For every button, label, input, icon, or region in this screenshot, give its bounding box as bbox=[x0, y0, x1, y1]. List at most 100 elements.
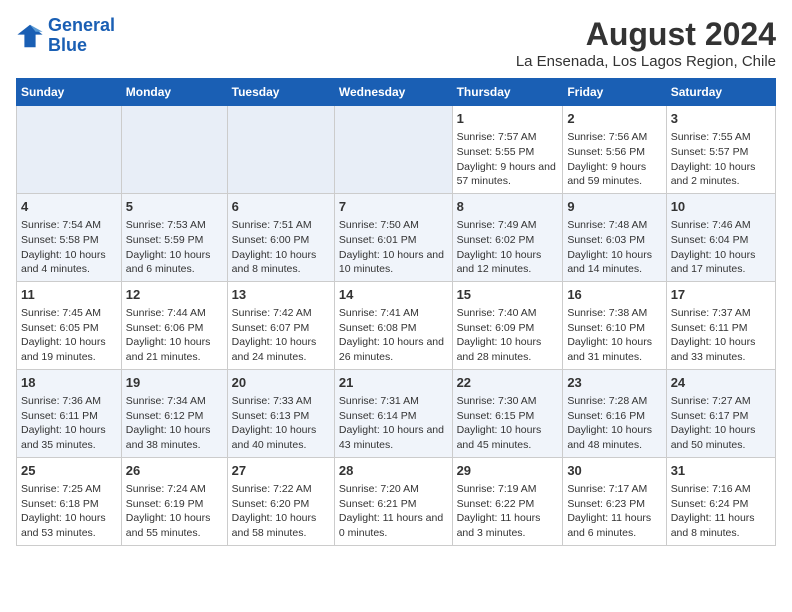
day-number: 8 bbox=[457, 198, 559, 216]
day-number: 20 bbox=[232, 374, 330, 392]
day-number: 9 bbox=[567, 198, 661, 216]
day-info: Sunrise: 7:20 AM Sunset: 6:21 PM Dayligh… bbox=[339, 482, 448, 541]
day-number: 6 bbox=[232, 198, 330, 216]
day-number: 3 bbox=[671, 110, 771, 128]
calendar-cell: 15 Sunrise: 7:40 AM Sunset: 6:09 PM Dayli… bbox=[452, 281, 563, 369]
day-number: 11 bbox=[21, 286, 117, 304]
calendar-cell bbox=[227, 106, 334, 194]
day-number: 23 bbox=[567, 374, 661, 392]
day-info: Sunrise: 7:50 AM Sunset: 6:01 PM Dayligh… bbox=[339, 218, 448, 277]
day-number: 13 bbox=[232, 286, 330, 304]
day-number: 2 bbox=[567, 110, 661, 128]
day-info: Sunrise: 7:53 AM Sunset: 5:59 PM Dayligh… bbox=[126, 218, 223, 277]
calendar-week-row: 4 Sunrise: 7:54 AM Sunset: 5:58 PM Daylig… bbox=[17, 193, 776, 281]
day-info: Sunrise: 7:31 AM Sunset: 6:14 PM Dayligh… bbox=[339, 394, 448, 453]
calendar-cell bbox=[121, 106, 227, 194]
day-number: 28 bbox=[339, 462, 448, 480]
calendar-cell: 30 Sunrise: 7:17 AM Sunset: 6:23 PM Dayli… bbox=[563, 457, 666, 545]
day-number: 21 bbox=[339, 374, 448, 392]
day-info: Sunrise: 7:24 AM Sunset: 6:19 PM Dayligh… bbox=[126, 482, 223, 541]
calendar-cell: 27Sunrise: 7:22 AM Sunset: 6:20 PM Dayli… bbox=[227, 457, 334, 545]
calendar-cell bbox=[17, 106, 122, 194]
calendar-cell: 11Sunrise: 7:45 AM Sunset: 6:05 PM Dayli… bbox=[17, 281, 122, 369]
day-number: 22 bbox=[457, 374, 559, 392]
calendar-cell: 25Sunrise: 7:25 AM Sunset: 6:18 PM Dayli… bbox=[17, 457, 122, 545]
calendar-header-row: SundayMondayTuesdayWednesdayThursdayFrid… bbox=[17, 79, 776, 106]
day-header-sunday: Sunday bbox=[17, 79, 122, 106]
calendar-cell: 19 Sunrise: 7:34 AM Sunset: 6:12 PM Dayli… bbox=[121, 369, 227, 457]
calendar-cell: 18Sunrise: 7:36 AM Sunset: 6:11 PM Dayli… bbox=[17, 369, 122, 457]
calendar-cell: 1 Sunrise: 7:57 AM Sunset: 5:55 PM Daylig… bbox=[452, 106, 563, 194]
title-block: August 2024 La Ensenada, Los Lagos Regio… bbox=[516, 16, 776, 70]
day-info: Sunrise: 7:54 AM Sunset: 5:58 PM Dayligh… bbox=[21, 218, 117, 277]
day-info: Sunrise: 7:27 AM Sunset: 6:17 PM Dayligh… bbox=[671, 394, 771, 453]
day-info: Sunrise: 7:57 AM Sunset: 5:55 PM Dayligh… bbox=[457, 130, 559, 189]
calendar-cell: 12 Sunrise: 7:44 AM Sunset: 6:06 PM Dayli… bbox=[121, 281, 227, 369]
calendar-week-row: 18Sunrise: 7:36 AM Sunset: 6:11 PM Dayli… bbox=[17, 369, 776, 457]
day-info: Sunrise: 7:49 AM Sunset: 6:02 PM Dayligh… bbox=[457, 218, 559, 277]
calendar-cell: 10 Sunrise: 7:46 AM Sunset: 6:04 PM Dayli… bbox=[666, 193, 775, 281]
day-info: Sunrise: 7:17 AM Sunset: 6:23 PM Dayligh… bbox=[567, 482, 661, 541]
day-info: Sunrise: 7:34 AM Sunset: 6:12 PM Dayligh… bbox=[126, 394, 223, 453]
day-info: Sunrise: 7:42 AM Sunset: 6:07 PM Dayligh… bbox=[232, 306, 330, 365]
day-number: 1 bbox=[457, 110, 559, 128]
calendar-cell: 8 Sunrise: 7:49 AM Sunset: 6:02 PM Daylig… bbox=[452, 193, 563, 281]
day-number: 29 bbox=[457, 462, 559, 480]
logo: General Blue bbox=[16, 16, 115, 56]
page-header: General Blue August 2024 La Ensenada, Lo… bbox=[16, 16, 776, 70]
day-number: 12 bbox=[126, 286, 223, 304]
calendar-cell: 24 Sunrise: 7:27 AM Sunset: 6:17 PM Dayli… bbox=[666, 369, 775, 457]
day-info: Sunrise: 7:55 AM Sunset: 5:57 PM Dayligh… bbox=[671, 130, 771, 189]
calendar-table: SundayMondayTuesdayWednesdayThursdayFrid… bbox=[16, 78, 776, 546]
day-info: Sunrise: 7:46 AM Sunset: 6:04 PM Dayligh… bbox=[671, 218, 771, 277]
day-header-thursday: Thursday bbox=[452, 79, 563, 106]
day-number: 26 bbox=[126, 462, 223, 480]
calendar-cell: 14Sunrise: 7:41 AM Sunset: 6:08 PM Dayli… bbox=[334, 281, 452, 369]
day-number: 10 bbox=[671, 198, 771, 216]
day-info: Sunrise: 7:56 AM Sunset: 5:56 PM Dayligh… bbox=[567, 130, 661, 189]
day-number: 31 bbox=[671, 462, 771, 480]
day-info: Sunrise: 7:40 AM Sunset: 6:09 PM Dayligh… bbox=[457, 306, 559, 365]
calendar-week-row: 25Sunrise: 7:25 AM Sunset: 6:18 PM Dayli… bbox=[17, 457, 776, 545]
calendar-cell: 3 Sunrise: 7:55 AM Sunset: 5:57 PM Daylig… bbox=[666, 106, 775, 194]
calendar-cell: 13 Sunrise: 7:42 AM Sunset: 6:07 PM Dayli… bbox=[227, 281, 334, 369]
calendar-cell: 17Sunrise: 7:37 AM Sunset: 6:11 PM Dayli… bbox=[666, 281, 775, 369]
calendar-cell: 26 Sunrise: 7:24 AM Sunset: 6:19 PM Dayli… bbox=[121, 457, 227, 545]
day-number: 25 bbox=[21, 462, 117, 480]
day-info: Sunrise: 7:48 AM Sunset: 6:03 PM Dayligh… bbox=[567, 218, 661, 277]
day-info: Sunrise: 7:33 AM Sunset: 6:13 PM Dayligh… bbox=[232, 394, 330, 453]
day-number: 19 bbox=[126, 374, 223, 392]
day-number: 30 bbox=[567, 462, 661, 480]
day-info: Sunrise: 7:38 AM Sunset: 6:10 PM Dayligh… bbox=[567, 306, 661, 365]
calendar-week-row: 1 Sunrise: 7:57 AM Sunset: 5:55 PM Daylig… bbox=[17, 106, 776, 194]
calendar-cell: 4 Sunrise: 7:54 AM Sunset: 5:58 PM Daylig… bbox=[17, 193, 122, 281]
day-info: Sunrise: 7:36 AM Sunset: 6:11 PM Dayligh… bbox=[21, 394, 117, 453]
logo-text: General Blue bbox=[48, 16, 115, 56]
day-info: Sunrise: 7:16 AM Sunset: 6:24 PM Dayligh… bbox=[671, 482, 771, 541]
calendar-cell bbox=[334, 106, 452, 194]
day-number: 24 bbox=[671, 374, 771, 392]
day-info: Sunrise: 7:30 AM Sunset: 6:15 PM Dayligh… bbox=[457, 394, 559, 453]
calendar-cell: 22 Sunrise: 7:30 AM Sunset: 6:15 PM Dayli… bbox=[452, 369, 563, 457]
logo-icon bbox=[16, 22, 44, 50]
day-info: Sunrise: 7:37 AM Sunset: 6:11 PM Dayligh… bbox=[671, 306, 771, 365]
day-number: 5 bbox=[126, 198, 223, 216]
calendar-cell: 20 Sunrise: 7:33 AM Sunset: 6:13 PM Dayli… bbox=[227, 369, 334, 457]
day-header-tuesday: Tuesday bbox=[227, 79, 334, 106]
day-info: Sunrise: 7:51 AM Sunset: 6:00 PM Dayligh… bbox=[232, 218, 330, 277]
calendar-cell: 31 Sunrise: 7:16 AM Sunset: 6:24 PM Dayli… bbox=[666, 457, 775, 545]
calendar-subtitle: La Ensenada, Los Lagos Region, Chile bbox=[516, 53, 776, 70]
day-info: Sunrise: 7:19 AM Sunset: 6:22 PM Dayligh… bbox=[457, 482, 559, 541]
calendar-cell: 7Sunrise: 7:50 AM Sunset: 6:01 PM Daylig… bbox=[334, 193, 452, 281]
day-number: 15 bbox=[457, 286, 559, 304]
day-info: Sunrise: 7:28 AM Sunset: 6:16 PM Dayligh… bbox=[567, 394, 661, 453]
day-number: 14 bbox=[339, 286, 448, 304]
day-header-friday: Friday bbox=[563, 79, 666, 106]
calendar-title: August 2024 bbox=[516, 16, 776, 53]
day-header-saturday: Saturday bbox=[666, 79, 775, 106]
calendar-cell: 28 Sunrise: 7:20 AM Sunset: 6:21 PM Dayli… bbox=[334, 457, 452, 545]
day-number: 4 bbox=[21, 198, 117, 216]
day-number: 16 bbox=[567, 286, 661, 304]
calendar-cell: 21 Sunrise: 7:31 AM Sunset: 6:14 PM Dayli… bbox=[334, 369, 452, 457]
day-info: Sunrise: 7:44 AM Sunset: 6:06 PM Dayligh… bbox=[126, 306, 223, 365]
